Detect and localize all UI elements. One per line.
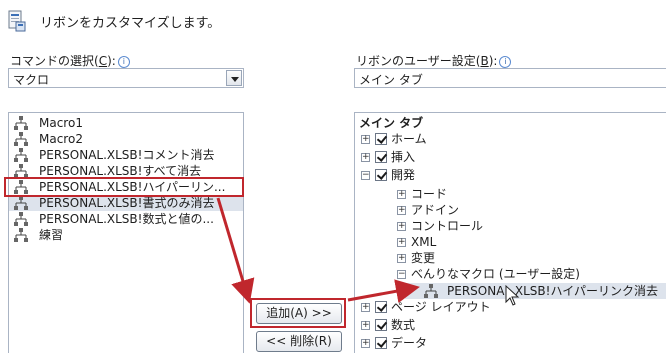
list-item[interactable]: Macro2 xyxy=(9,131,243,147)
expand-icon[interactable]: + xyxy=(361,135,370,144)
tree-item-page-layout[interactable]: + ページ レイアウト xyxy=(355,299,655,315)
expand-icon[interactable]: + xyxy=(397,222,406,231)
tree-item-label: 変更 xyxy=(411,251,436,265)
list-item[interactable]: Macro1 xyxy=(9,115,243,131)
macro-icon xyxy=(14,228,28,242)
tree-item-label: コントロール xyxy=(411,219,484,233)
tree-header: メイン タブ xyxy=(359,116,424,130)
info-icon: i xyxy=(499,56,512,68)
command-source-label: コマンドの選択(C): i xyxy=(10,52,130,69)
list-item-label: Macro1 xyxy=(39,116,83,130)
list-item[interactable]: PERSONAL.XLSB!数式と値の... xyxy=(9,211,243,227)
tree-item-home[interactable]: + ホーム xyxy=(355,131,655,147)
tree-item-formulas[interactable]: + 数式 xyxy=(355,317,655,333)
macro-icon xyxy=(14,196,28,210)
remove-button[interactable]: << 削除(R) xyxy=(256,331,342,352)
macro-icon xyxy=(424,284,438,298)
tree-item-label: ホーム xyxy=(391,132,427,146)
highlight-frame xyxy=(4,177,244,197)
expand-icon[interactable]: + xyxy=(361,303,370,312)
page-title: リボンをカスタマイズします。 xyxy=(40,16,221,31)
expand-icon[interactable]: + xyxy=(397,206,406,215)
tree-group-addin[interactable]: + アドイン xyxy=(355,202,655,218)
expand-icon[interactable]: + xyxy=(397,190,406,199)
expand-icon[interactable]: + xyxy=(361,153,370,162)
list-item[interactable]: PERSONAL.XLSB!コメント消去 xyxy=(9,147,243,163)
ribbon-customize-label: リボンのユーザー設定(B): i xyxy=(356,52,512,69)
expand-icon[interactable]: + xyxy=(397,238,406,247)
command-source-value: マクロ xyxy=(13,73,50,87)
checkbox[interactable] xyxy=(375,301,387,313)
macro-icon xyxy=(14,212,28,226)
macro-icon xyxy=(14,164,28,178)
list-item-label: PERSONAL.XLSB!書式のみ消去 xyxy=(39,196,215,210)
chevron-down-icon[interactable] xyxy=(226,70,242,86)
tree-group-changes[interactable]: + 変更 xyxy=(355,250,655,266)
ribbon-tabs-dropdown[interactable]: メイン タブ xyxy=(354,68,666,88)
tree-group-custom[interactable]: − べんりなマクロ (ユーザー設定) xyxy=(355,266,655,282)
list-item[interactable]: 練習 xyxy=(9,227,243,243)
macro-icon xyxy=(14,148,28,162)
tree-item-label: ページ レイアウト xyxy=(391,300,491,314)
tree-item-label: 挿入 xyxy=(391,150,416,164)
command-source-dropdown[interactable]: マクロ xyxy=(8,68,244,88)
tree-item-insert[interactable]: + 挿入 xyxy=(355,149,655,165)
checkbox[interactable] xyxy=(375,319,387,331)
list-item-label: PERSONAL.XLSB!数式と値の... xyxy=(39,212,214,226)
add-button[interactable]: 追加(A) >> xyxy=(256,303,342,324)
command-list[interactable]: Macro1 Macro2 PERSONAL.XLSB!コメント消去 PERSO… xyxy=(8,112,244,353)
macro-icon xyxy=(14,132,28,146)
tree-item-label: べんりなマクロ (ユーザー設定) xyxy=(411,267,580,281)
expand-icon[interactable]: + xyxy=(361,339,370,348)
tree-group-controls[interactable]: + コントロール xyxy=(355,218,655,234)
tree-group-code[interactable]: + コード xyxy=(355,186,655,202)
tree-item-label: 開発 xyxy=(391,168,416,182)
list-item-label: Macro2 xyxy=(39,132,83,146)
checkbox[interactable] xyxy=(375,151,387,163)
expand-icon[interactable]: + xyxy=(361,321,370,330)
checkbox[interactable] xyxy=(375,133,387,145)
tree-item-label: XML xyxy=(411,235,437,249)
dragged-macro-item[interactable]: PERSONAL.XLSB!ハイパーリンク消去 xyxy=(405,283,666,299)
tree-item-label: コード xyxy=(411,187,448,201)
ribbon-tree[interactable]: メイン タブ + ホーム + 挿入 − 開発 + コード + アドイン + コン… xyxy=(354,112,666,353)
expand-icon[interactable]: + xyxy=(397,254,406,263)
macro-icon xyxy=(14,116,28,130)
tree-item-developer[interactable]: − 開発 xyxy=(355,167,655,183)
collapse-icon[interactable]: − xyxy=(397,270,406,279)
tree-item-data[interactable]: + データ xyxy=(355,335,655,351)
checkbox[interactable] xyxy=(375,169,387,181)
info-icon: i xyxy=(117,56,130,68)
list-item-label: 練習 xyxy=(39,228,64,242)
list-item-label: PERSONAL.XLSB!コメント消去 xyxy=(39,148,215,162)
dragged-item-label: PERSONAL.XLSB!ハイパーリンク消去 xyxy=(447,284,658,298)
checkbox[interactable] xyxy=(375,337,387,349)
collapse-icon[interactable]: − xyxy=(361,171,370,180)
tree-item-label: アドイン xyxy=(411,203,460,217)
list-item[interactable]: PERSONAL.XLSB!書式のみ消去 xyxy=(9,195,243,211)
tree-item-label: 数式 xyxy=(391,318,416,332)
tree-item-label: データ xyxy=(391,336,428,350)
tree-group-xml[interactable]: + XML xyxy=(355,234,655,250)
ribbon-tabs-value: メイン タブ xyxy=(359,73,423,87)
ribbon-customize-icon xyxy=(8,10,26,32)
